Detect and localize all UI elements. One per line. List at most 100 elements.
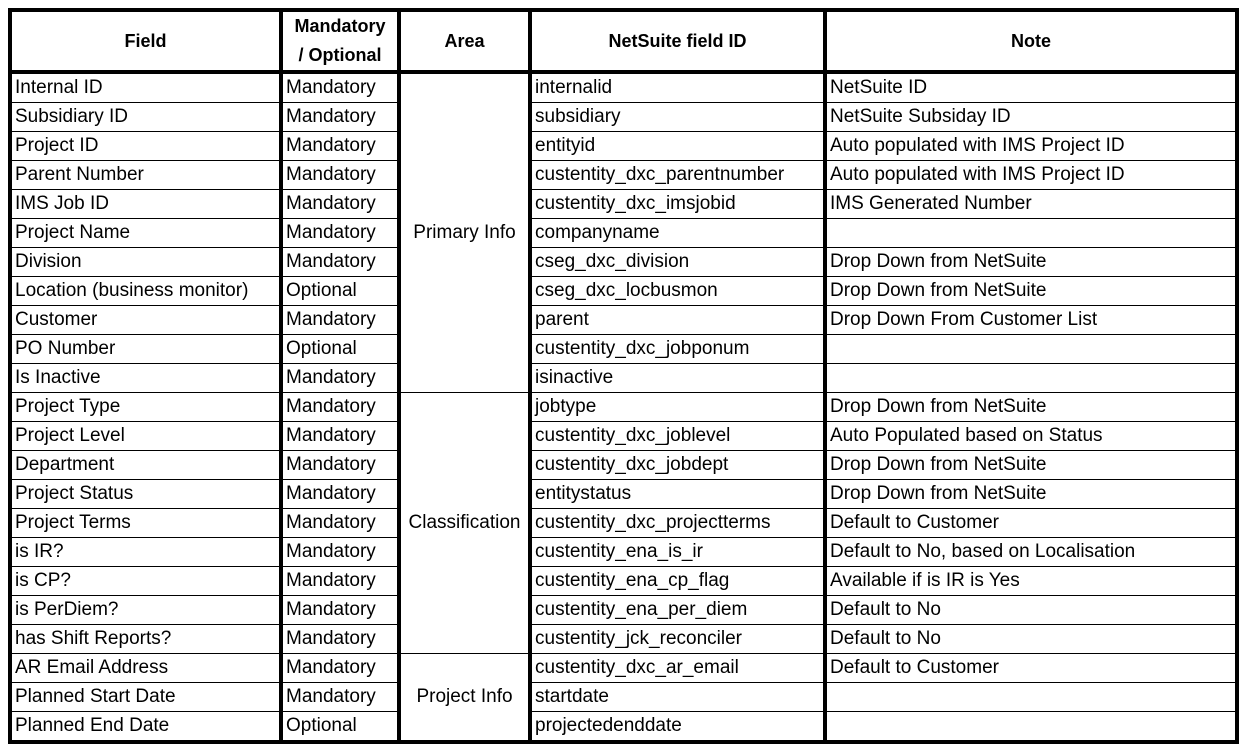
cell-requirement: Mandatory [280,479,401,509]
cell-netsuite-field-id: custentity_jck_reconciler [528,624,827,654]
cell-requirement: Mandatory [280,537,401,567]
table-row: IMS Job ID Mandatory custentity_dxc_imsjob… [9,189,1238,219]
cell-requirement: Mandatory [280,218,401,248]
cell-requirement: Mandatory [280,102,401,132]
cell-netsuite-field-id: custentity_ena_per_diem [528,595,827,625]
cell-field: Is Inactive [9,363,283,393]
cell-netsuite-field-id: custentity_dxc_ar_email [528,653,827,683]
cell-netsuite-field-id: custentity_dxc_jobdept [528,450,827,480]
cell-netsuite-field-id: projectedenddate [528,711,827,744]
table-row: Project Status Mandatory entitystatus Drop … [9,479,1238,509]
table-row: is IR? Mandatory custentity_ena_is_ir Defau… [9,537,1238,567]
cell-requirement: Mandatory [280,72,401,103]
table-row: Project Name Mandatory companyname [9,218,1238,248]
table-row: Project Level Mandatory custentity_dxc_job… [9,421,1238,451]
cell-note [823,218,1238,248]
cell-note [823,363,1238,393]
cell-netsuite-field-id: jobtype [528,392,827,422]
cell-field: AR Email Address [9,653,283,683]
cell-note: NetSuite ID [823,72,1238,103]
table-row: is PerDiem? Mandatory custentity_ena_per_d… [9,595,1238,625]
cell-netsuite-field-id: custentity_dxc_imsjobid [528,189,827,219]
cell-field: Project Status [9,479,283,509]
table-row: PO Number Optional custentity_dxc_jobponum [9,334,1238,364]
cell-requirement: Mandatory [280,131,401,161]
header-mandatory-optional: Mandatory / Optional [279,8,401,74]
cell-note: Drop Down from NetSuite [823,450,1238,480]
cell-note: Default to Customer [823,508,1238,538]
table-row: Project ID Mandatory entityid Auto populate… [9,131,1238,161]
cell-field: IMS Job ID [9,189,283,219]
cell-field: Parent Number [9,160,283,190]
cell-netsuite-field-id: cseg_dxc_division [528,247,827,277]
table-row: has Shift Reports? Mandatory custentity_jc… [9,624,1238,654]
cell-netsuite-field-id: parent [528,305,827,335]
cell-field: Project Type [9,392,283,422]
cell-note: Auto populated with IMS Project ID [823,160,1238,190]
cell-netsuite-field-id: companyname [528,218,827,248]
table-row: Customer Mandatory parent Drop Down From Cu… [9,305,1238,335]
cell-requirement: Optional [280,334,401,364]
cell-field: Planned End Date [9,711,283,744]
cell-netsuite-field-id: startdate [528,682,827,712]
table-header: Field Mandatory / Optional Area NetSuite… [8,8,1239,74]
cell-note: Auto populated with IMS Project ID [823,131,1238,161]
cell-requirement: Mandatory [280,682,401,712]
cell-note: Drop Down from NetSuite [823,392,1238,422]
cell-field: Department [9,450,283,480]
cell-netsuite-field-id: isinactive [528,363,827,393]
cell-field: Project Level [9,421,283,451]
table-row: AR Email Address Mandatory Project Info cus… [9,653,1238,743]
cell-area: Primary Info [397,72,532,393]
cell-netsuite-field-id: custentity_dxc_jobponum [528,334,827,364]
cell-netsuite-field-id: custentity_dxc_joblevel [528,421,827,451]
table-row: Subsidiary ID Mandatory subsidiary NetSuite… [9,102,1238,132]
table-row: Project Terms Mandatory custentity_dxc_pro… [9,508,1238,538]
table-row: Project Type Mandatory Classification jobty… [9,392,1238,654]
header-field: Field [8,8,283,74]
cell-field: PO Number [9,334,283,364]
cell-note: Drop Down From Customer List [823,305,1238,335]
cell-requirement: Optional [280,276,401,306]
cell-note: Drop Down from NetSuite [823,276,1238,306]
table-row: Planned Start Date Mandatory startdate [9,682,1238,712]
cell-requirement: Mandatory [280,247,401,277]
cell-netsuite-field-id: custentity_dxc_projectterms [528,508,827,538]
cell-field: Planned Start Date [9,682,283,712]
table-row: Parent Number Mandatory custentity_dxc_par… [9,160,1238,190]
cell-requirement: Mandatory [280,305,401,335]
table-row: Division Mandatory cseg_dxc_division Drop D… [9,247,1238,277]
cell-netsuite-field-id: subsidiary [528,102,827,132]
table-row: Location (business monitor) Optional cseg_… [9,276,1238,306]
cell-field: Division [9,247,283,277]
cell-netsuite-field-id: internalid [528,72,827,103]
header-mandatory-line1: Mandatory [294,16,386,36]
table-row: Planned End Date Optional projectedenddate [9,711,1238,744]
cell-netsuite-field-id: entitystatus [528,479,827,509]
cell-note: Drop Down from NetSuite [823,247,1238,277]
cell-netsuite-field-id: custentity_ena_cp_flag [528,566,827,596]
cell-field: Customer [9,305,283,335]
cell-note: Available if is IR is Yes [823,566,1238,596]
cell-area: Classification [397,392,532,654]
cell-netsuite-field-id: custentity_dxc_parentnumber [528,160,827,190]
cell-note: Default to No, based on Localisation [823,537,1238,567]
cell-note: Default to No [823,624,1238,654]
cell-note: Default to Customer [823,653,1238,683]
table-row: Is Inactive Mandatory isinactive [9,363,1238,393]
cell-field: is IR? [9,537,283,567]
cell-field: Project ID [9,131,283,161]
cell-requirement: Mandatory [280,566,401,596]
cell-field: is PerDiem? [9,595,283,625]
cell-note: Auto Populated based on Status [823,421,1238,451]
cell-netsuite-field-id: cseg_dxc_locbusmon [528,276,827,306]
field-mapping-table: Field Mandatory / Optional Area NetSuite… [8,8,1239,744]
header-row: Field Mandatory / Optional Area NetSuite… [8,8,1239,74]
cell-requirement: Mandatory [280,363,401,393]
cell-netsuite-field-id: entityid [528,131,827,161]
cell-requirement: Mandatory [280,189,401,219]
table-row: Department Mandatory custentity_dxc_jobdep… [9,450,1238,480]
cell-note: Default to No [823,595,1238,625]
header-note: Note [823,8,1239,74]
cell-field: Subsidiary ID [9,102,283,132]
